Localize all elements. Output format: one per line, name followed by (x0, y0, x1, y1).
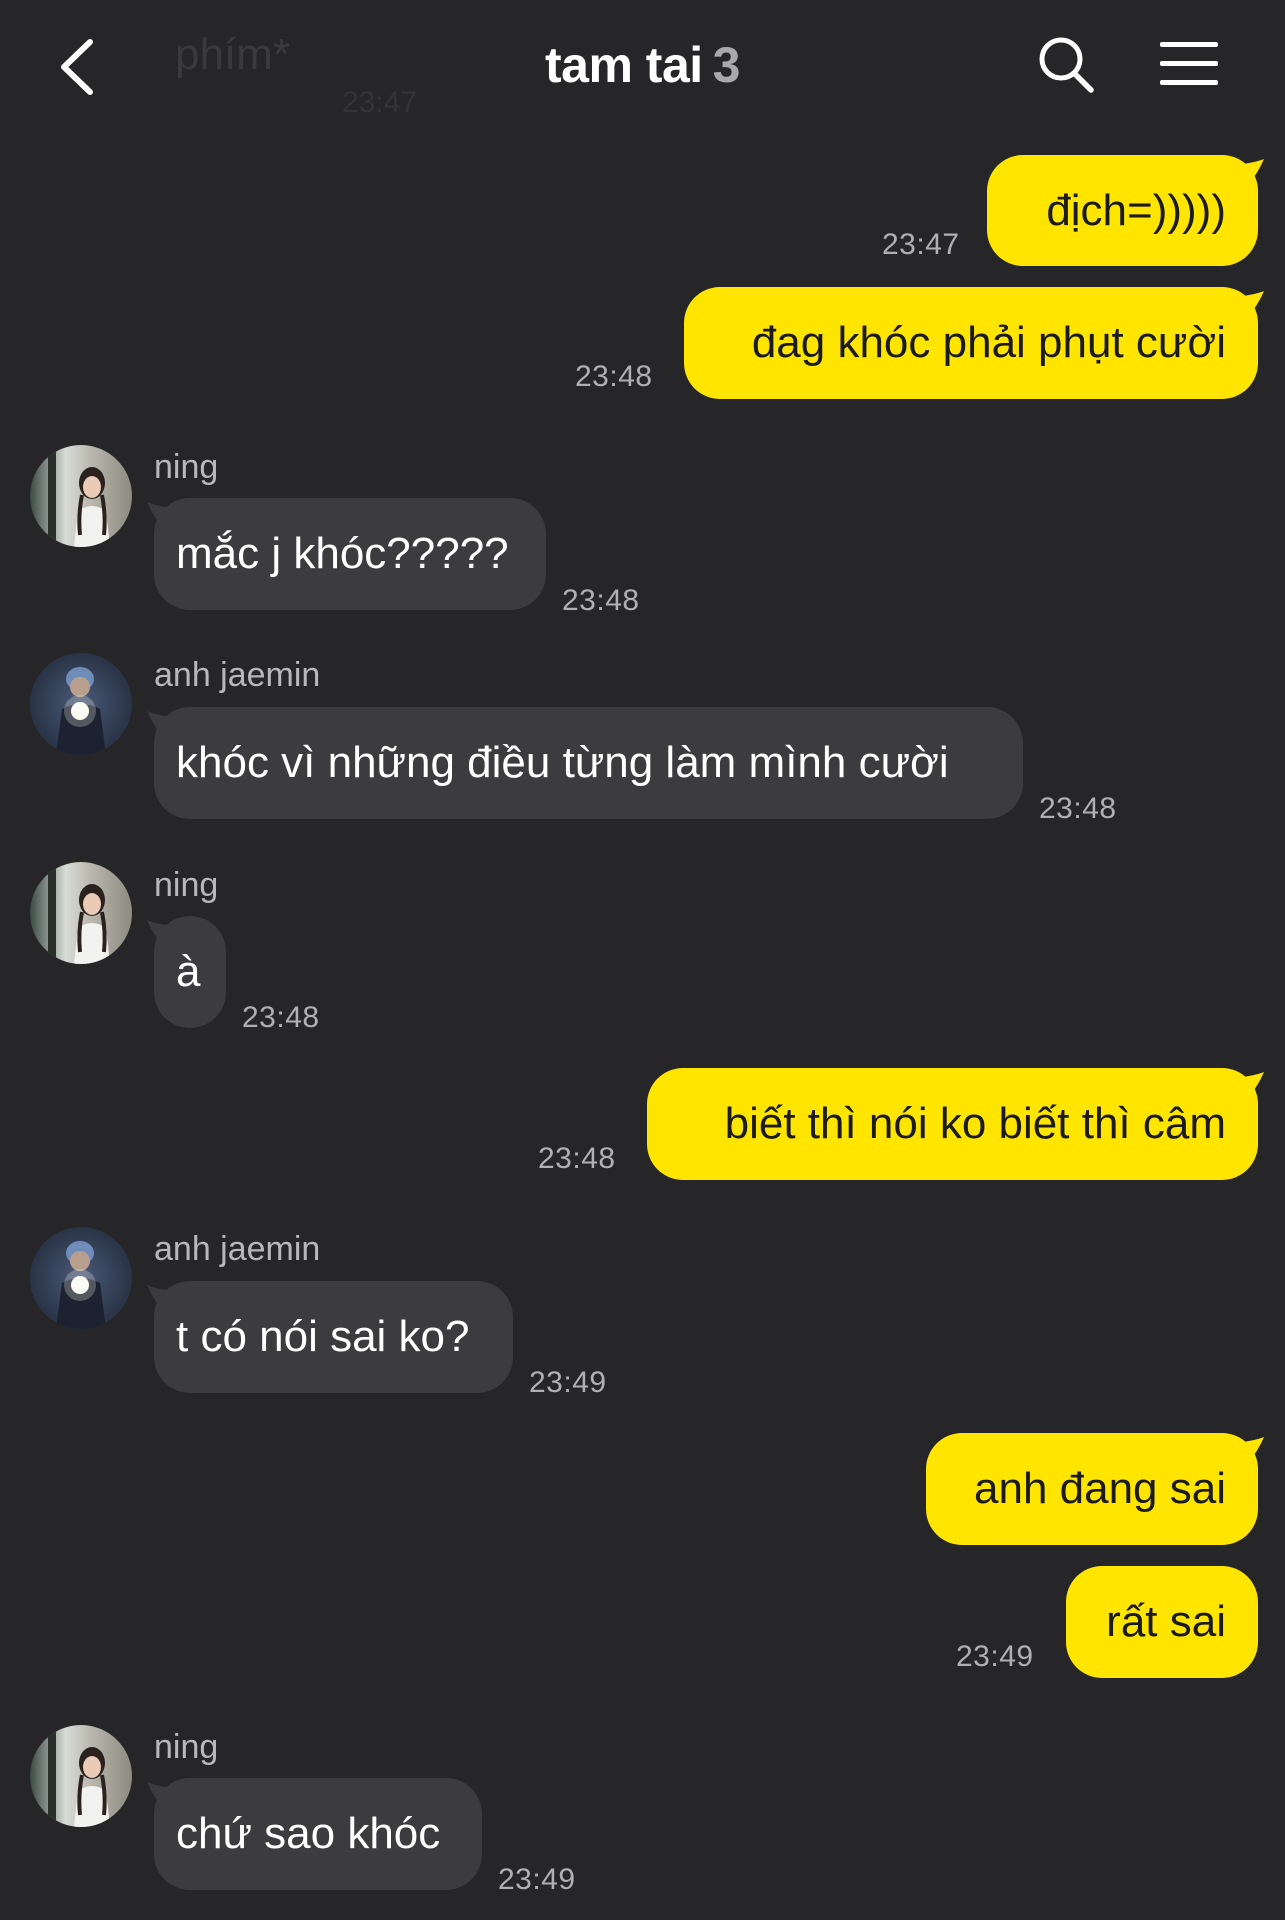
bubble-tail (147, 711, 175, 737)
bubble-tail (147, 920, 175, 946)
sender-name: ning (154, 866, 219, 904)
profile-photo-icon (30, 1725, 132, 1827)
menu-button[interactable] (1158, 38, 1220, 90)
message-text: biết thì nói ko biết thì câm (724, 1099, 1226, 1148)
message-time: 23:49 (529, 1366, 607, 1399)
message-text: khóc vì những điều từng làm mình cười (176, 738, 949, 787)
my-message-bubble[interactable]: rất sai (1066, 1566, 1258, 1678)
bubble-tail (1234, 159, 1264, 185)
search-button[interactable] (1036, 34, 1096, 96)
message-text: t có nói sai ko? (176, 1312, 470, 1361)
bubble-tail (147, 1285, 175, 1311)
their-message-bubble[interactable]: à (147, 916, 226, 1028)
message-time: 23:49 (498, 1863, 576, 1896)
message-time: 23:48 (562, 584, 640, 617)
their-message-bubble[interactable]: chứ sao khóc (147, 1778, 482, 1890)
chat-name: tam tai (545, 37, 703, 93)
bubble-tail (147, 502, 175, 528)
bubble-tail (1234, 291, 1264, 317)
sender-name: anh jaemin (154, 656, 321, 694)
bubble-tail (1234, 1437, 1264, 1463)
chat-header: phím* 23:47 tam tai 3 (0, 0, 1285, 135)
sender-name: anh jaemin (154, 1230, 321, 1268)
avatar-ning[interactable] (30, 1725, 132, 1827)
message-time: 23:47 (882, 228, 960, 261)
search-icon (1039, 37, 1094, 93)
profile-photo-icon (30, 1227, 132, 1329)
message-time: 23:48 (1039, 792, 1117, 825)
hamburger-menu-icon (1160, 42, 1218, 85)
my-message-bubble[interactable]: đag khóc phải phụt cười (684, 287, 1264, 399)
their-message-bubble[interactable]: mắc j khóc????? (147, 498, 546, 610)
message-text: à (176, 947, 201, 996)
message-text: địch=))))) (1046, 185, 1226, 235)
bubble-tail (147, 1782, 175, 1808)
profile-photo-icon (30, 862, 132, 964)
avatar-ning[interactable] (30, 862, 132, 964)
their-message-bubble[interactable]: khóc vì những điều từng làm mình cười (147, 707, 1023, 819)
profile-photo-icon (30, 653, 132, 755)
message-time: 23:48 (242, 1001, 320, 1034)
bubble-tail (1234, 1072, 1264, 1098)
avatar-anh-jaemin[interactable] (30, 653, 132, 755)
message-time: 23:48 (538, 1142, 616, 1175)
sender-name: ning (154, 448, 219, 486)
message-text: chứ sao khóc (176, 1809, 441, 1858)
profile-photo-icon (30, 445, 132, 547)
avatar-anh-jaemin[interactable] (30, 1227, 132, 1329)
message-text: rất sai (1106, 1597, 1226, 1646)
message-time: 23:48 (575, 360, 653, 393)
sender-name: ning (154, 1728, 219, 1766)
my-message-bubble[interactable]: địch=))))) (987, 155, 1264, 266)
avatar-ning[interactable] (30, 445, 132, 547)
my-message-bubble[interactable]: anh đang sai (926, 1433, 1264, 1545)
member-count: 3 (712, 37, 741, 93)
message-text: anh đang sai (974, 1464, 1226, 1513)
my-message-bubble[interactable]: biết thì nói ko biết thì câm (647, 1068, 1264, 1180)
their-message-bubble[interactable]: t có nói sai ko? (147, 1281, 513, 1393)
message-text: mắc j khóc????? (176, 529, 509, 578)
message-text: đag khóc phải phụt cười (751, 318, 1226, 367)
message-time: 23:49 (956, 1640, 1034, 1673)
